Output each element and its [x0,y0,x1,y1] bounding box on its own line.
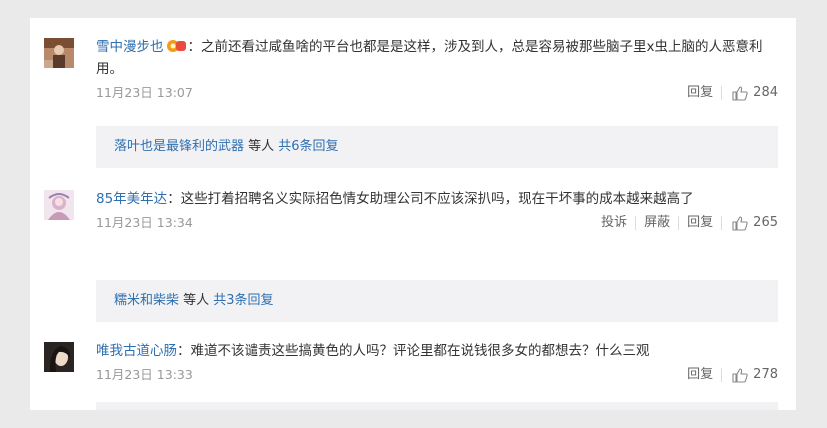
like-button[interactable]: 284 [722,82,778,104]
comment-actions: 回复 284 [679,82,778,104]
comment-list: 雪中漫步也 ：之前还看过咸鱼啥的平台也都是是这样，涉及到人，总是容易被那些脑子里x… [30,18,796,410]
thumbs-up-icon [732,367,748,383]
reply-summary-partial [96,402,778,410]
report-button[interactable]: 投诉 [593,212,635,234]
reply-summary-text: 等人 [179,293,214,308]
comment-time: 11月23日 13:34 [96,215,193,230]
comment-username[interactable]: 雪中漫步也 [96,39,164,55]
like-count: 265 [753,215,778,230]
comment-username[interactable]: 唯我古道心肠 [96,343,177,359]
block-button[interactable]: 屏蔽 [636,212,678,234]
view-replies-link[interactable]: 共3条回复 [213,293,273,308]
view-replies-link[interactable]: 共6条回复 [278,139,338,154]
comment-actions: 投诉 屏蔽 回复 265 [593,212,778,234]
thumbs-up-icon [732,215,748,231]
thumbs-up-icon [732,85,748,101]
reply-button[interactable]: 回复 [679,212,721,234]
reply-user-link[interactable]: 糯米和柴柴 [114,293,179,308]
comment-meta: 11月23日 13:07 回复 284 [96,82,778,104]
comment-content: ：之前还看过咸鱼啥的平台也都是是这样，涉及到人，总是容易被那些脑子里x虫上脑的人… [96,39,763,77]
comment-meta: 11月23日 13:33 回复 278 [96,364,778,386]
avatar[interactable] [44,342,74,372]
comment-actions: 回复 278 [679,364,778,386]
comment-body: 唯我古道心肠：难道不该谴责这些搞黄色的人吗？评论里都在说钱很多女的都想去？什么三… [96,340,778,386]
reply-summary: 糯米和柴柴 等人 共3条回复 [96,280,778,322]
comment-text: 85年美年达：这些打着招聘名义实际招色情女助理公司不应该深扒吗，现在干坏事的成本… [96,188,778,210]
reply-button[interactable]: 回复 [679,82,721,104]
comment-content: ：这些打着招聘名义实际招色情女助理公司不应该深扒吗，现在干坏事的成本越来越高了 [167,191,694,207]
like-button[interactable]: 278 [722,364,778,386]
vip-badge-icon [166,37,187,53]
comment-text: 雪中漫步也 ：之前还看过咸鱼啥的平台也都是是这样，涉及到人，总是容易被那些脑子里x… [96,36,778,80]
comment-body: 85年美年达：这些打着招聘名义实际招色情女助理公司不应该深扒吗，现在干坏事的成本… [96,188,778,234]
reply-summary: 落叶也是最锋利的武器 等人 共6条回复 [96,126,778,168]
comment-content: ：难道不该谴责这些搞黄色的人吗？评论里都在说钱很多女的都想去？什么三观 [177,343,650,359]
like-count: 278 [753,367,778,382]
comment-time: 11月23日 13:07 [96,85,193,100]
comment-username[interactable]: 85年美年达 [96,191,167,207]
reply-summary-text: 等人 [244,139,279,154]
reply-button[interactable]: 回复 [679,364,721,386]
reply-user-link[interactable]: 落叶也是最锋利的武器 [114,139,244,154]
comment-time: 11月23日 13:33 [96,367,193,382]
like-button[interactable]: 265 [722,212,778,234]
comment-body: 雪中漫步也 ：之前还看过咸鱼啥的平台也都是是这样，涉及到人，总是容易被那些脑子里x… [96,36,778,104]
like-count: 284 [753,85,778,100]
avatar[interactable] [44,190,74,220]
comment-text: 唯我古道心肠：难道不该谴责这些搞黄色的人吗？评论里都在说钱很多女的都想去？什么三… [96,340,778,362]
comment-meta: 11月23日 13:34 投诉 屏蔽 回复 265 [96,212,778,234]
avatar[interactable] [44,38,74,68]
